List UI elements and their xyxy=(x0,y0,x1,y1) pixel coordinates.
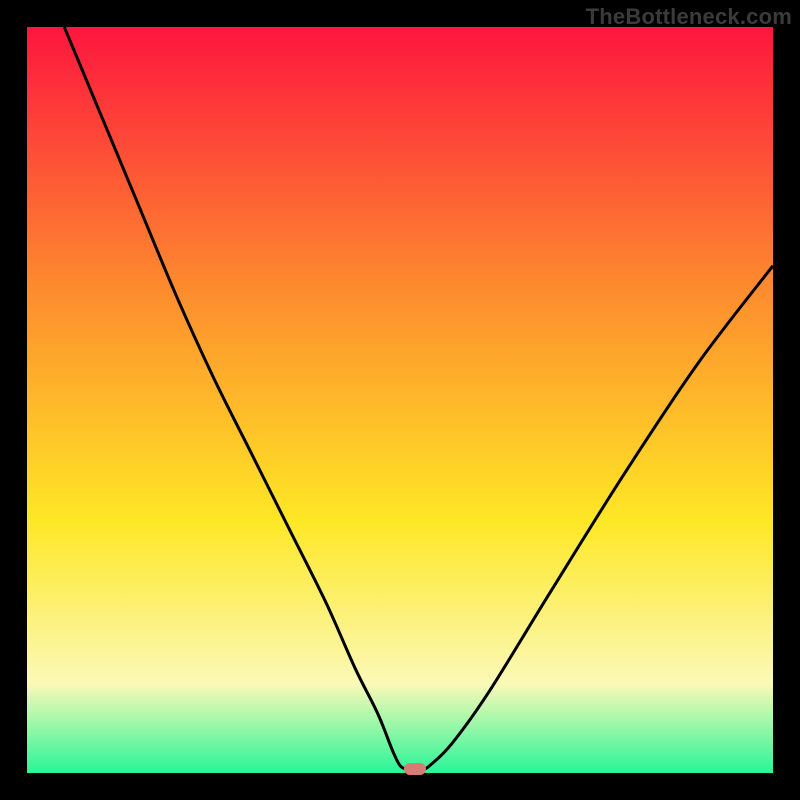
plot-svg xyxy=(27,27,773,773)
gradient-bg xyxy=(27,27,773,773)
chart-stage: TheBottleneck.com xyxy=(0,0,800,800)
optimum-marker xyxy=(404,763,426,775)
plot-area xyxy=(27,27,773,773)
